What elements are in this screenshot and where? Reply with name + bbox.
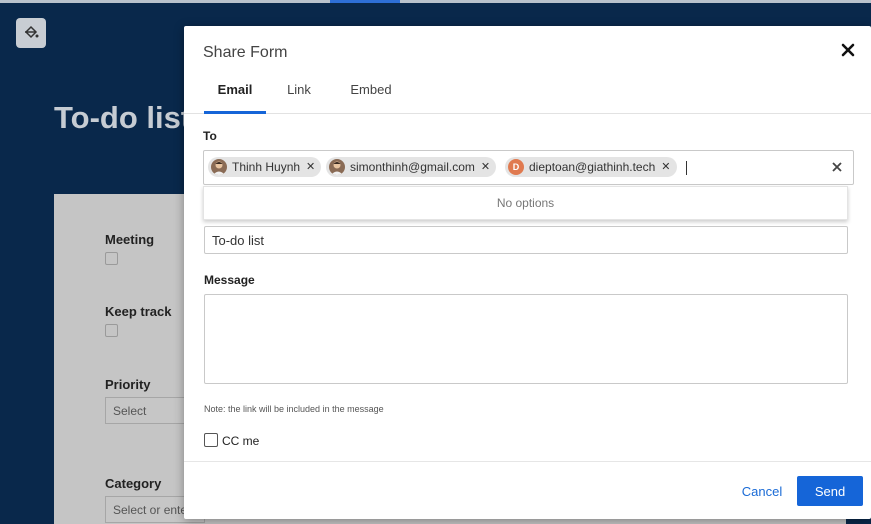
clear-recipients-button[interactable]	[830, 160, 844, 174]
recipient-chip: simonthinh@gmail.com ✕	[326, 157, 497, 177]
subject-input[interactable]	[204, 226, 848, 254]
recipient-dropdown: No options	[203, 186, 848, 220]
field-label-keep-track: Keep track	[105, 304, 172, 319]
top-strip	[0, 0, 871, 3]
cc-me-checkbox[interactable]	[204, 433, 218, 447]
avatar	[211, 159, 227, 175]
field-label-category: Category	[105, 476, 162, 491]
recipient-name: simonthinh@gmail.com	[350, 160, 475, 174]
field-label-priority: Priority	[105, 377, 151, 392]
message-label: Message	[204, 273, 255, 287]
link-note: Note: the link will be included in the m…	[204, 404, 384, 414]
modal-title: Share Form	[203, 44, 288, 61]
avatar: D	[508, 159, 524, 175]
top-strip-accent	[330, 0, 400, 3]
to-label: To	[203, 129, 217, 143]
close-button[interactable]	[839, 41, 857, 59]
tab-email[interactable]: Email	[204, 76, 266, 114]
recipient-chip: D dieptoan@giathinh.tech ✕	[505, 157, 677, 177]
text-caret	[686, 161, 687, 175]
send-button[interactable]: Send	[797, 476, 863, 506]
recipient-chip: Thinh Huynh ✕	[208, 157, 322, 177]
paint-bucket-button[interactable]	[16, 18, 46, 48]
share-tabs: Email Link Embed	[184, 76, 871, 114]
page-title: To-do list	[54, 100, 192, 135]
paint-bucket-icon	[24, 25, 39, 39]
remove-recipient-icon[interactable]: ✕	[481, 161, 490, 173]
remove-recipient-icon[interactable]: ✕	[661, 161, 670, 173]
message-textarea[interactable]	[204, 294, 848, 384]
recipient-name: dieptoan@giathinh.tech	[529, 160, 656, 174]
share-form-modal: Share Form Email Link Embed To Thinh Huy…	[184, 26, 871, 519]
cc-me-label: CC me	[222, 434, 260, 448]
remove-recipient-icon[interactable]: ✕	[306, 161, 315, 173]
close-icon	[841, 43, 855, 57]
recipient-name: Thinh Huynh	[232, 160, 301, 174]
cancel-button[interactable]: Cancel	[737, 476, 787, 506]
keep-track-checkbox[interactable]	[105, 324, 118, 337]
clear-icon	[832, 162, 842, 172]
footer-divider	[184, 461, 871, 462]
field-label-meeting: Meeting	[105, 232, 155, 247]
tab-link[interactable]: Link	[278, 76, 320, 114]
avatar	[329, 159, 345, 175]
recipients-input[interactable]: Thinh Huynh ✕ simonthinh@gmail.com ✕ D d…	[203, 150, 854, 185]
meeting-checkbox[interactable]	[105, 252, 118, 265]
tab-embed[interactable]: Embed	[342, 76, 400, 114]
